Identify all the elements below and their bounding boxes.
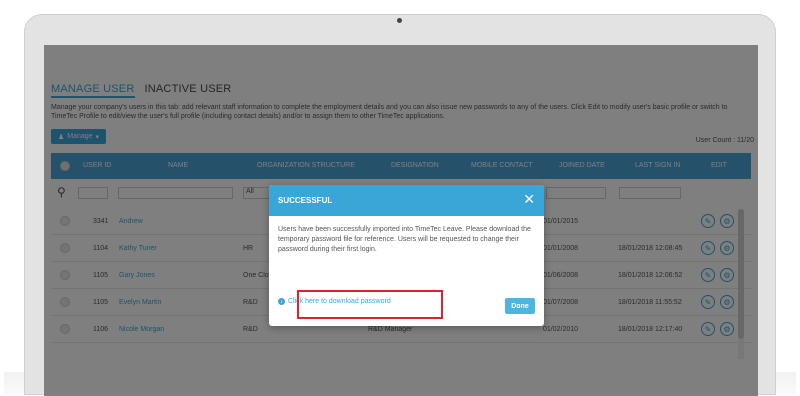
done-button[interactable]: Done [505,298,535,314]
app-page: MANAGE USER INACTIVE USER Manage your co… [44,45,758,396]
close-icon[interactable]: ✕ [523,192,535,206]
dialog-title: SUCCESSFUL [278,196,333,205]
screen: MANAGE USER INACTIVE USER Manage your co… [44,45,758,396]
laptop-frame: MANAGE USER INACTIVE USER Manage your co… [24,14,776,396]
camera-icon [397,18,402,23]
dialog-message: Users have been successfully imported in… [278,226,531,253]
dialog-header: SUCCESSFUL ✕ [269,185,544,216]
download-icon: ↓ [278,298,285,305]
highlight-box [297,290,443,319]
